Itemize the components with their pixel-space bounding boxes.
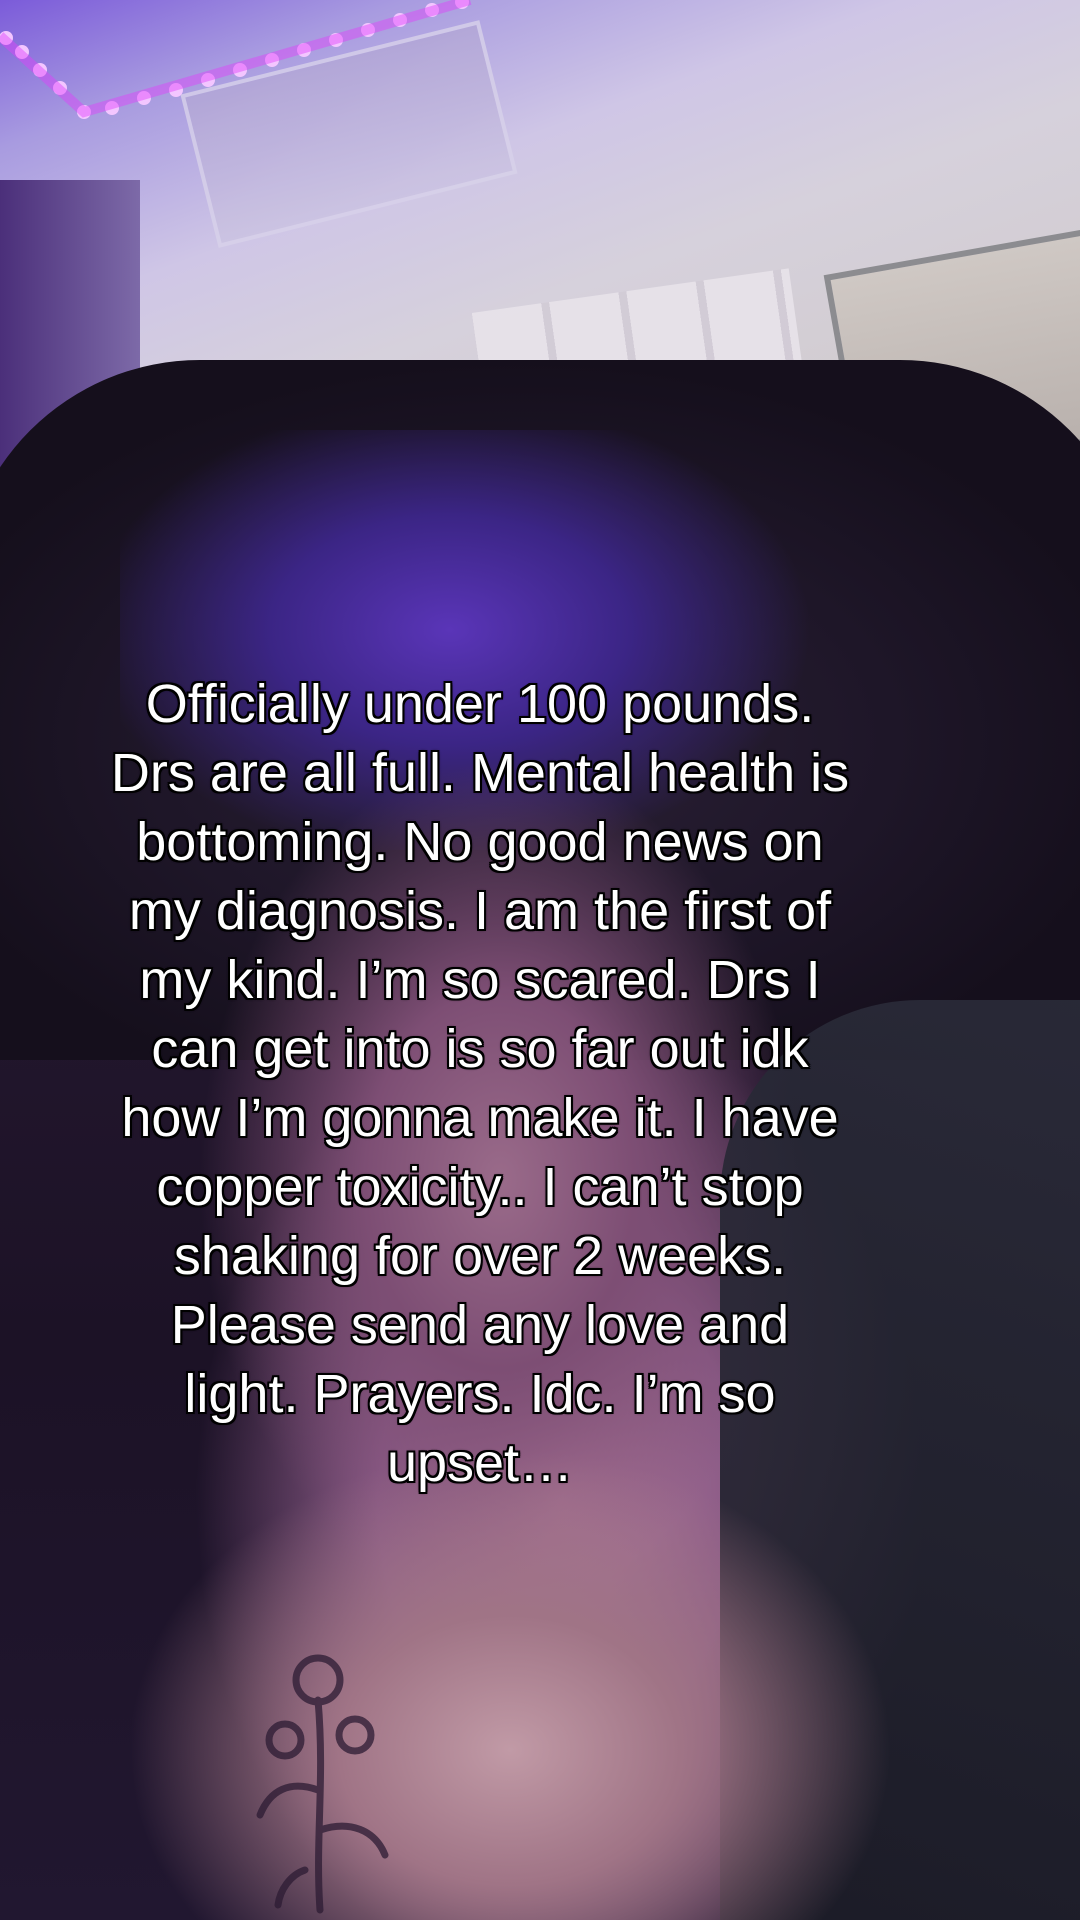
neck <box>80 1450 960 1920</box>
led-light-strip <box>0 0 472 119</box>
neck-tattoo <box>256 1654 389 1914</box>
video-frame[interactable]: Officially under 100 pounds. Drs are all… <box>0 0 1080 1920</box>
caption-overlay-text: Officially under 100 pounds. Drs are all… <box>110 674 850 1493</box>
